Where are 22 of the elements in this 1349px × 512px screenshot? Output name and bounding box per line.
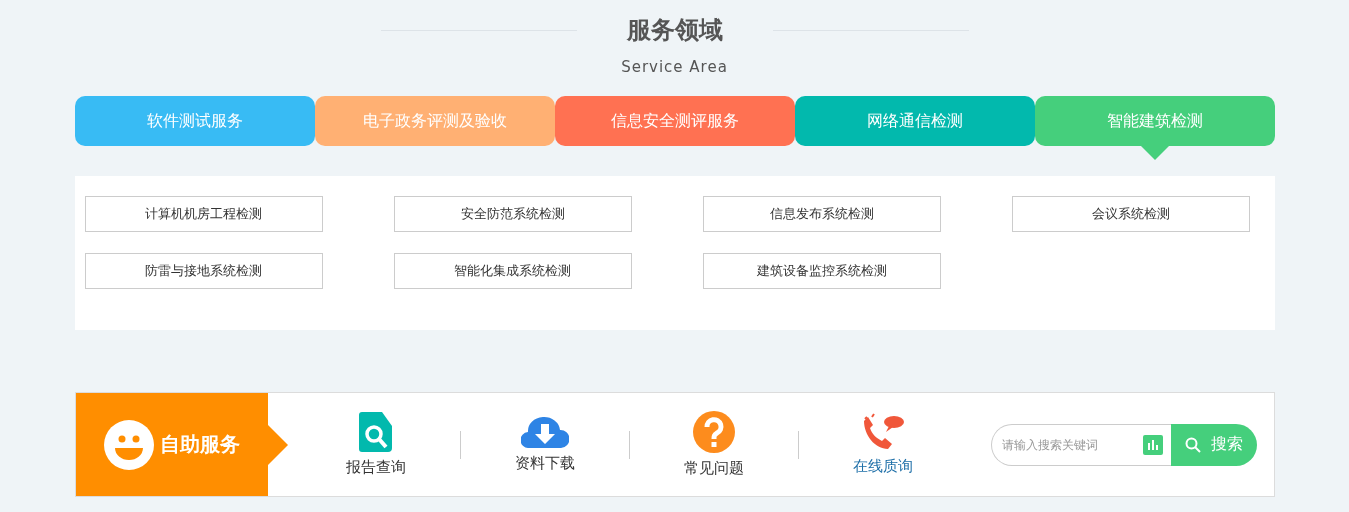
service-link[interactable]: 资料下载 (460, 416, 629, 473)
search-document-icon (358, 412, 393, 452)
service-item[interactable]: 信息发布系统检测 (702, 196, 941, 232)
smiley-icon (103, 419, 154, 470)
section-title: 服务领域 (626, 15, 723, 46)
service-link[interactable]: 常见问题 (629, 411, 798, 478)
service-item[interactable]: 会议系统检测 (1011, 196, 1250, 232)
tab-pointer (1140, 146, 1169, 160)
service-item[interactable]: 安全防范系统检测 (393, 196, 632, 232)
service-item[interactable]: 防雷与接地系统检测 (84, 253, 323, 289)
service-item[interactable]: 计算机机房工程检测 (84, 196, 323, 232)
service-link[interactable]: 在线质询 (798, 413, 967, 476)
service-item[interactable]: 智能化集成系统检测 (393, 253, 632, 289)
section-subtitle: Service Area (621, 58, 728, 76)
self-service-title: 自助服务 (159, 431, 240, 458)
search-icon (1184, 436, 1201, 453)
cloud-download-icon (520, 416, 569, 448)
search-field[interactable]: 请输入搜索关键词 (990, 423, 1171, 466)
service-item[interactable]: 建筑设备监控系统检测 (702, 253, 941, 289)
question-icon (692, 411, 735, 453)
phone-chat-icon (861, 413, 904, 451)
service-link[interactable]: 报告查询 (291, 412, 460, 477)
